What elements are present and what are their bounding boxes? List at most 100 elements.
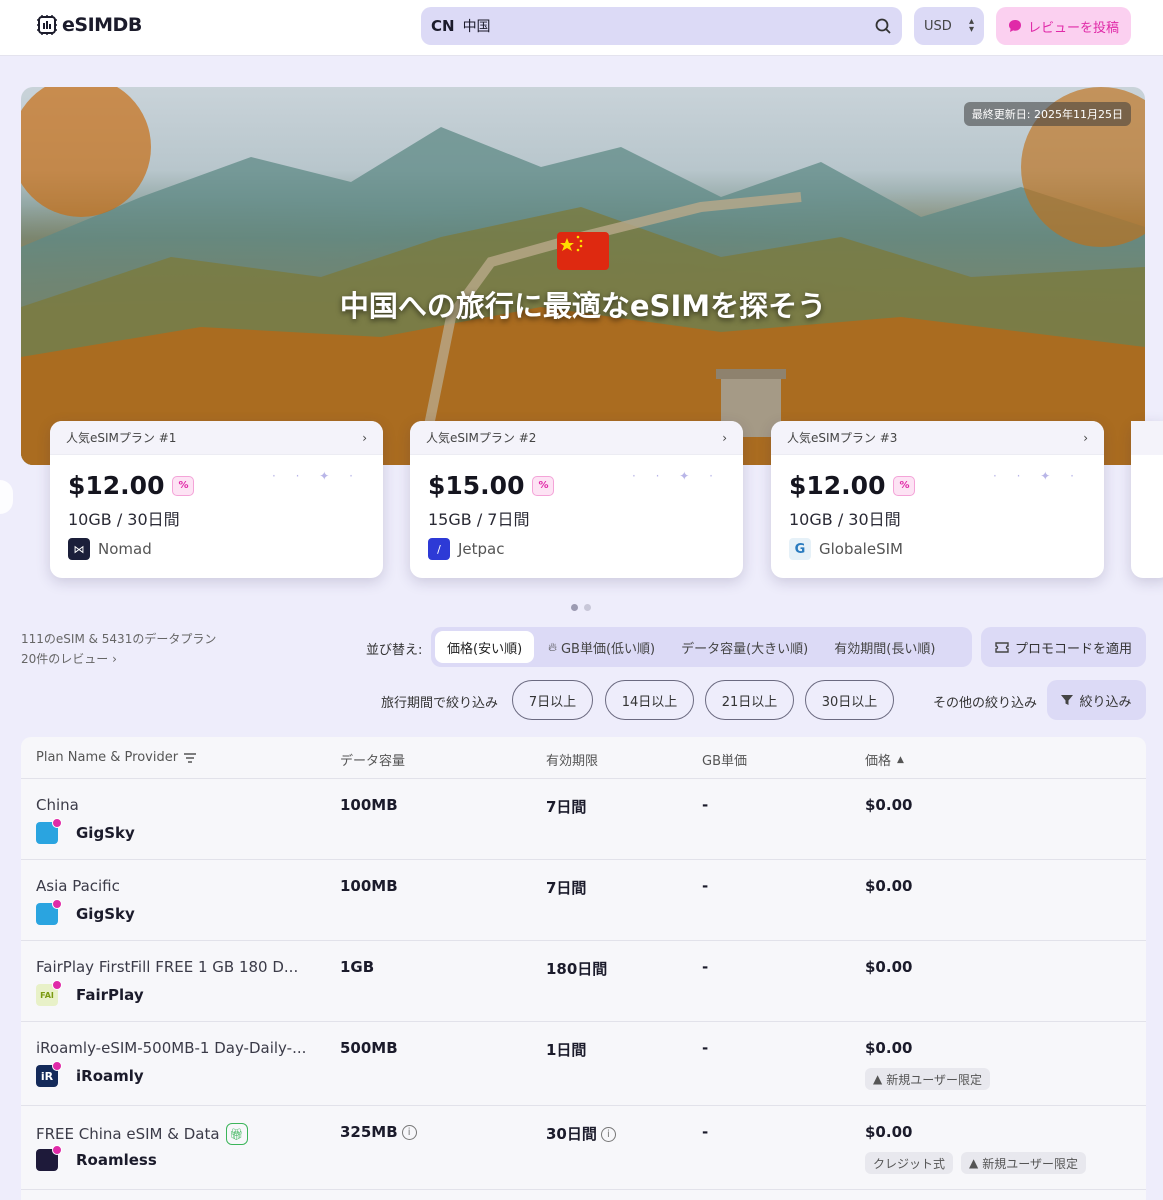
plan-per-gb: - <box>702 796 709 814</box>
plan-per-gb: - <box>702 877 709 895</box>
warning-icon: ▲ <box>969 1156 979 1170</box>
carousel-dots <box>571 604 591 611</box>
table-row[interactable]: iRoamly-eSIM-500MB-1 Day-Daily-... iR iR… <box>21 1022 1146 1106</box>
iroamly-logo-icon: iR <box>36 1061 62 1087</box>
price-value: $12.00 <box>789 471 886 500</box>
info-icon[interactable]: i <box>600 1127 616 1142</box>
sort-data-desc[interactable]: データ容量(大きい順) <box>669 631 820 663</box>
provider-name: iRoamly <box>76 1067 144 1085</box>
write-review-button[interactable]: レビューを投稿 <box>996 7 1131 45</box>
plan-provider: GigSky <box>36 899 135 925</box>
duration-filter-label: 旅行期間で絞り込み <box>381 696 499 711</box>
plan-data: 1GB <box>340 958 375 976</box>
apply-promo-button[interactable]: プロモコードを適用 <box>981 627 1146 667</box>
hero-title: 中国への旅行に最適なeSIMを探そう <box>339 289 827 323</box>
sort-validity-desc[interactable]: 有効期間(長い順) <box>822 631 947 663</box>
plan-validity: 180日間 <box>546 960 608 978</box>
info-icon[interactable]: i <box>401 1125 417 1140</box>
column-label: Plan Name & Provider <box>36 750 179 765</box>
price-value: $12.00 <box>68 471 165 500</box>
apply-promo-label: プロモコードを適用 <box>1014 641 1132 657</box>
carousel-dot[interactable] <box>584 604 591 611</box>
sort-option-label: 価格(安い順) <box>447 641 523 657</box>
sort-option-label: 有効期間(長い順) <box>834 641 936 657</box>
table-row[interactable]: FREE China eSIM & Data 🎁︎ Roamless 325MB… <box>21 1106 1146 1190</box>
search-country-code: CN <box>431 17 455 35</box>
chevron-right-icon: › <box>362 430 367 445</box>
plan-validity-value: 30日間 <box>546 1125 597 1143</box>
price-value: $15.00 <box>428 471 525 500</box>
currency-select[interactable]: USD ▴ ▾ <box>914 7 984 45</box>
sort-option-label: GB単価(低い順) <box>560 641 656 657</box>
nomad-logo-icon: ⋈ <box>68 538 90 560</box>
popular-plan-label: 人気eSIMプラン #1 <box>66 431 177 445</box>
jetpac-logo-icon: / <box>428 538 450 560</box>
sort-label: 並び替え: <box>366 643 423 658</box>
sort-per-gb-asc[interactable]: 🔥︎ GB単価(低い順) <box>536 631 667 663</box>
popular-plan-card-1[interactable]: 人気eSIMプラン #1 › $12.00 % · · ✦ · 10GB / 3… <box>50 421 383 578</box>
gigsky-logo-icon <box>36 818 62 844</box>
discount-icon: % <box>532 475 555 496</box>
reviews-link[interactable]: 20件のレビュー › <box>21 649 216 669</box>
fairplay-logo-icon: FAI <box>36 980 62 1006</box>
popular-plan-header: 人気eSIMプラン #2 › <box>410 421 743 455</box>
chevron-right-icon: › <box>1083 430 1088 445</box>
table-row[interactable]: Asia Pacific GigSky 100MB 7日間 - $0.00 <box>21 860 1146 941</box>
sort-up-icon: ▲ <box>897 754 904 765</box>
chevron-right-icon: › <box>112 652 117 666</box>
table-row[interactable]: China GigSky 100MB 7日間 - $0.00 <box>21 779 1146 860</box>
credit-tag: クレジット式 <box>865 1152 954 1174</box>
column-label: 価格 <box>865 754 892 769</box>
funnel-icon <box>1061 695 1074 705</box>
column-validity[interactable]: 有効期限 <box>546 750 598 769</box>
plan-provider: iR iRoamly <box>36 1061 144 1087</box>
column-per-gb[interactable]: GB単価 <box>702 750 747 769</box>
plan-data: 100MB <box>340 877 398 895</box>
reviews-link-label: 20件のレビュー <box>21 652 109 666</box>
filter-button[interactable]: 絞り込み <box>1047 680 1146 720</box>
plan-name-with-gift: FREE China eSIM & Data 🎁︎ <box>36 1123 248 1145</box>
table-row[interactable]: FairPlay FirstFill FREE 1 GB 180 D... FA… <box>21 941 1146 1022</box>
popular-plan-header: 人気eSIMプラン #3 › <box>771 421 1104 455</box>
roamless-logo-icon <box>36 1145 62 1171</box>
sort-price-asc[interactable]: 価格(安い順) <box>435 631 535 663</box>
carousel-dot[interactable] <box>571 604 578 611</box>
popular-plan-card-2[interactable]: 人気eSIMプラン #2 › $15.00 % · · ✦ · 15GB / 7… <box>410 421 743 578</box>
duration-filter-7[interactable]: 7日以上 <box>512 680 593 720</box>
provider-name: Nomad <box>98 540 152 558</box>
plan-price: $0.00 <box>865 1039 913 1057</box>
logo-text: eSIMDB <box>62 14 142 36</box>
column-price[interactable]: 価格 ▲ <box>865 750 904 769</box>
duration-filter-14[interactable]: 14日以上 <box>605 680 694 720</box>
plan-price: $0.00 <box>865 877 913 895</box>
search-icon[interactable] <box>874 17 892 35</box>
column-data[interactable]: データ容量 <box>340 750 405 769</box>
sparkle-decoration: · · ✦ · <box>993 469 1082 483</box>
provider-name: GigSky <box>76 824 135 842</box>
gigsky-logo-icon <box>36 899 62 925</box>
ticket-icon <box>995 642 1009 653</box>
write-review-label: レビューを投稿 <box>1027 20 1119 36</box>
duration-filter-30[interactable]: 30日以上 <box>805 680 894 720</box>
results-summary: 111のeSIM & 5431のデータプラン 20件のレビュー › <box>21 629 216 669</box>
popular-plan-card-3[interactable]: 人気eSIMプラン #3 › $12.00 % · · ✦ · 10GB / 3… <box>771 421 1104 578</box>
top-bar: eSIMDB CN 中国 USD ▴ ▾ レビューを投稿 <box>0 0 1163 56</box>
logo[interactable]: eSIMDB <box>36 14 142 36</box>
warning-icon: ▲ <box>873 1072 883 1086</box>
plan-validity: 30日間 i <box>546 1123 616 1144</box>
popular-plan-card-4-peek[interactable] <box>1131 421 1163 578</box>
plan-validity: 1日間 <box>546 1041 587 1059</box>
carousel-prev-button[interactable] <box>0 480 13 514</box>
plan-per-gb: - <box>702 958 709 976</box>
popular-plan-provider: / Jetpac <box>428 538 505 560</box>
plans-table: Plan Name & Provider データ容量 有効期限 GB単価 価格 … <box>21 737 1146 1200</box>
hero-landscape <box>21 87 1145 465</box>
column-plan-provider[interactable]: Plan Name & Provider <box>36 750 197 765</box>
search-input[interactable]: CN 中国 <box>421 7 902 45</box>
duration-filter-21[interactable]: 21日以上 <box>705 680 794 720</box>
tag-label: 新規ユーザー限定 <box>982 1156 1078 1171</box>
chevron-right-icon: › <box>722 430 727 445</box>
search-value: 中国 <box>462 19 491 35</box>
sort-lines-icon <box>184 752 197 763</box>
popular-plan-label: 人気eSIMプラン #3 <box>787 431 898 445</box>
